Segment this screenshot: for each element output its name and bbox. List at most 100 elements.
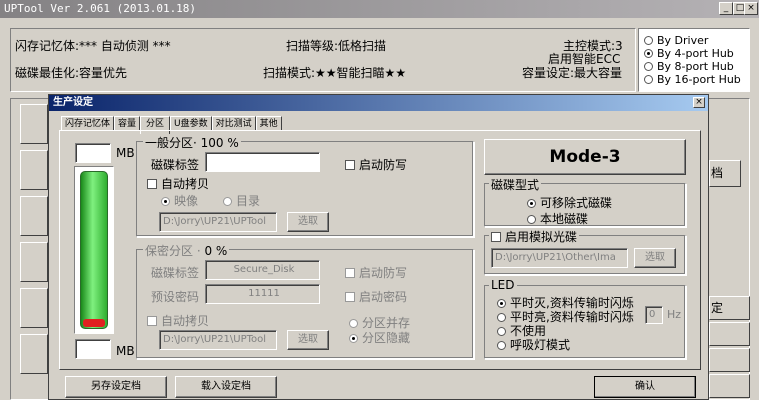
info-panel: 闪存记忆体:*** 自动侦测 *** 扫描等级:低格扫描 主控模式:3 启用智能…: [10, 28, 636, 92]
disk-type-local-radio[interactable]: 本地磁碟: [527, 210, 588, 227]
side-button[interactable]: [709, 322, 750, 346]
cdrom-browse-button[interactable]: 选取: [634, 248, 676, 268]
secure-label-input[interactable]: Secure_Disk: [205, 260, 320, 280]
radio-selected-icon: [349, 334, 358, 343]
window-titlebar: UPTool Ver 2.061 (2013.01.18): [0, 0, 759, 18]
general-label-caption: 磁碟标签: [151, 158, 200, 172]
radio-icon: [644, 62, 653, 71]
tab-other[interactable]: 其他: [255, 116, 282, 131]
tab-compare-test[interactable]: 对比测试: [211, 116, 256, 131]
led-hz-input[interactable]: 0: [645, 306, 663, 324]
minimize-button[interactable]: _: [719, 2, 733, 15]
tab-capacity[interactable]: 容量: [114, 116, 141, 131]
cdrom-path-input[interactable]: D:\Jorry\UP21\Other\Ima: [491, 248, 628, 268]
secure-write-protect-checkbox[interactable]: 启动防写: [345, 264, 407, 281]
disk-type-removable-radio[interactable]: 可移除式磁碟: [527, 194, 612, 211]
led-hz-unit: Hz: [667, 308, 682, 321]
led-breathing-radio[interactable]: 呼吸灯模式: [497, 336, 570, 353]
mb-unit-top: MB: [116, 146, 135, 160]
led-group: LED 平时灭,资料传输时闪烁 平时亮,资料传输时闪烁 0 Hz 不使用 呼吸灯…: [484, 278, 686, 359]
dialog-titlebar: 生产设定: [49, 95, 708, 111]
radio-icon: [497, 327, 506, 336]
ok-button[interactable]: 确认: [594, 376, 696, 398]
general-partition-title: 一般分区· 100 %: [143, 134, 241, 151]
hub-option-driver[interactable]: By Driver: [644, 34, 708, 47]
scan-level-info: 扫描等级:低格扫描: [286, 39, 387, 53]
checkbox-icon: [147, 179, 157, 189]
led-title: LED: [489, 278, 517, 292]
secure-password-input[interactable]: 11111: [205, 284, 320, 304]
tab-udisk-params[interactable]: U盘参数: [170, 116, 212, 131]
partition-gauge: [74, 166, 114, 334]
secure-enable-password-checkbox[interactable]: 启动密码: [345, 288, 407, 305]
secure-password-caption: 预设密码: [151, 290, 200, 304]
checkbox-icon: [147, 316, 157, 326]
general-label-input[interactable]: [205, 152, 320, 172]
gauge-general-fill: [80, 171, 108, 329]
hub-option-16port[interactable]: By 16-port Hub: [644, 73, 741, 86]
save-config-button[interactable]: 另存设定档: [65, 376, 167, 398]
tab-flash-memory[interactable]: 闪存记忆体: [61, 116, 115, 131]
radio-icon: [223, 197, 232, 206]
dialog-close-button[interactable]: ×: [693, 97, 705, 108]
secure-size-input[interactable]: [75, 339, 111, 359]
checkbox-icon: [491, 232, 501, 242]
secure-path-input[interactable]: D:\Jorry\UP21\UPTool: [159, 330, 277, 350]
secure-partition-group: 保密分区 · 0 % 磁碟标签 Secure_Disk 启动防写 预设密码 11…: [136, 242, 474, 359]
hub-radio-panel: By Driver By 4-port Hub By 8-port Hub By…: [638, 28, 750, 92]
radio-selected-icon: [161, 197, 170, 206]
disk-type-title: 磁碟型式: [489, 176, 542, 193]
secure-partition-title: 保密分区 · 0 %: [143, 242, 230, 259]
general-size-input[interactable]: [75, 143, 111, 163]
secure-browse-button[interactable]: 选取: [287, 330, 329, 350]
general-directory-radio[interactable]: 目录: [223, 192, 260, 209]
flash-memory-info: 闪存记忆体:*** 自动侦测 ***: [15, 39, 171, 53]
port-slot: [20, 288, 48, 328]
set-button[interactable]: 定: [709, 296, 750, 320]
close-button[interactable]: ×: [744, 2, 758, 15]
secure-label-caption: 磁碟标签: [151, 266, 200, 280]
checkbox-icon: [345, 292, 355, 302]
radio-icon: [349, 319, 358, 328]
general-auto-copy-checkbox[interactable]: 自动拷贝: [147, 175, 209, 192]
hub-option-8port[interactable]: By 8-port Hub: [644, 60, 734, 73]
mb-unit-bottom: MB: [116, 344, 135, 358]
checkbox-icon: [345, 160, 355, 170]
radio-icon: [527, 215, 536, 224]
port-slot: [20, 104, 48, 144]
side-button[interactable]: [709, 348, 750, 372]
cdrom-group: 启用模拟光碟 D:\Jorry\UP21\Other\Ima 选取: [484, 228, 686, 275]
radio-icon: [497, 341, 506, 350]
load-config-button[interactable]: 载入设定档: [175, 376, 277, 398]
radio-icon: [644, 36, 653, 45]
hub-option-4port[interactable]: By 4-port Hub: [644, 47, 734, 60]
radio-selected-icon: [497, 299, 506, 308]
mode-button[interactable]: Mode-3: [484, 139, 686, 175]
archive-button[interactable]: 档: [709, 160, 741, 187]
gauge-secure-fill: [83, 319, 105, 327]
general-partition-group: 一般分区· 100 % 磁碟标签 启动防写 自动拷贝 映像 目录 D:\Jorr…: [136, 134, 474, 237]
secure-hide-radio[interactable]: 分区隐藏: [349, 329, 410, 346]
port-slot: [20, 150, 48, 190]
production-settings-dialog: 生产设定 × 闪存记忆体 容量 分区 U盘参数 对比测试 其他 MB MB 一般分区· 1…: [48, 94, 709, 400]
port-slot: [20, 196, 48, 236]
general-write-protect-checkbox[interactable]: 启动防写: [345, 156, 407, 173]
cdrom-checkbox[interactable]: 启用模拟光碟: [489, 228, 580, 245]
general-path-input[interactable]: D:\Jorry\UP21\UPTool: [159, 212, 277, 232]
port-slot: [20, 242, 48, 282]
port-slot: [20, 334, 48, 374]
checkbox-icon: [345, 268, 355, 278]
window-title: UPTool Ver 2.061 (2013.01.18): [4, 2, 197, 15]
partition-tab-content: MB MB 一般分区· 100 % 磁碟标签 启动防写 自动拷贝 映像 目录 D…: [59, 130, 701, 370]
general-image-radio[interactable]: 映像: [161, 192, 198, 209]
tab-strip: 闪存记忆体 容量 分区 U盘参数 对比测试 其他: [61, 115, 282, 134]
radio-selected-icon: [644, 49, 653, 58]
disk-type-group: 磁碟型式 可移除式磁碟 本地磁碟: [484, 176, 686, 227]
scan-mode-info: 扫描模式:★★智能扫瞄★★: [263, 66, 407, 80]
radio-icon: [497, 313, 506, 322]
general-browse-button[interactable]: 选取: [287, 212, 329, 232]
radio-selected-icon: [527, 199, 536, 208]
secure-auto-copy-checkbox[interactable]: 自动拷贝: [147, 312, 209, 329]
capacity-info: 容量设定:最大容量: [522, 66, 623, 80]
side-button[interactable]: [709, 374, 750, 398]
